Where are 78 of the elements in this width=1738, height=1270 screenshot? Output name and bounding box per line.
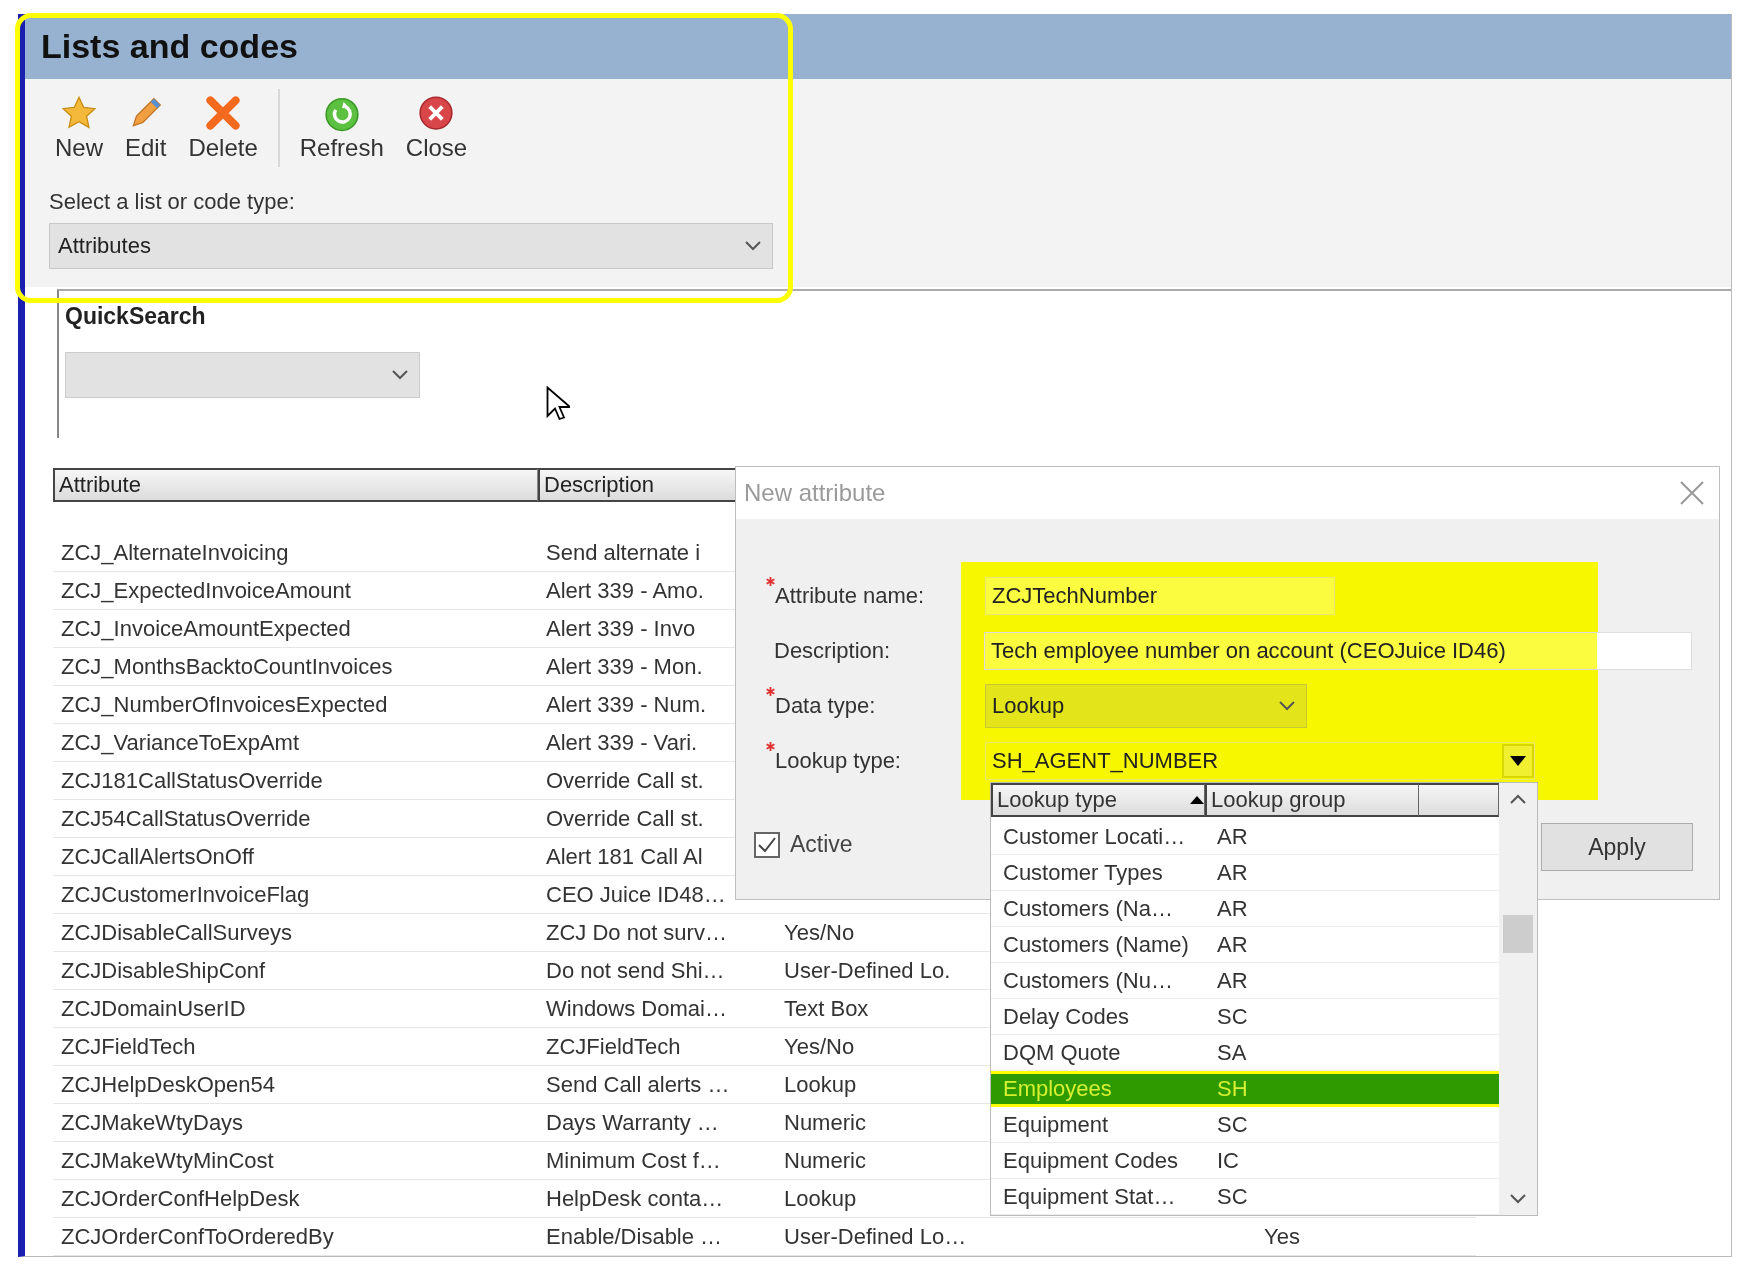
table-cell: ZCJDisableCallSurveys bbox=[53, 914, 538, 952]
table-cell: ZCJ_VarianceToExpAmt bbox=[53, 724, 538, 762]
column-header[interactable] bbox=[1419, 783, 1499, 817]
apply-button[interactable]: Apply bbox=[1541, 823, 1693, 871]
checkbox[interactable] bbox=[754, 831, 780, 858]
column-header[interactable]: Lookup type bbox=[991, 783, 1205, 817]
toolbar-button[interactable]: Delete bbox=[182, 82, 264, 173]
table-cell: Enable/Disable … bbox=[538, 1218, 776, 1256]
table-cell: ZCJOrderConfHelpDesk bbox=[53, 1180, 538, 1218]
toolbar-button[interactable]: Edit bbox=[119, 82, 173, 173]
chevron-down-icon bbox=[391, 368, 409, 381]
quicksearch-dropdown[interactable] bbox=[65, 351, 420, 398]
table-cell: ZCJOrderConfToOrderedBy bbox=[53, 1218, 538, 1256]
list-row[interactable]: Customer Locati… AR bbox=[991, 819, 1499, 855]
table-cell: ZCJCustomerInvoiceFlag bbox=[53, 876, 538, 914]
column-header[interactable]: Lookup group bbox=[1205, 783, 1419, 817]
list-row[interactable]: Delay Codes SC bbox=[991, 999, 1499, 1035]
scrollbar[interactable] bbox=[1499, 783, 1537, 1215]
field-label: Lookup type: bbox=[775, 748, 902, 774]
table-cell: User-Defined Lo… bbox=[776, 1218, 1256, 1256]
delete-x-icon bbox=[204, 93, 243, 132]
list-type-dropdown[interactable]: Attributes bbox=[49, 222, 773, 269]
table-cell: ZCJ_InvoiceAmountExpected bbox=[53, 610, 538, 648]
table-cell: ZCJHelpDeskOpen54 bbox=[53, 1066, 538, 1104]
checkmark-icon bbox=[757, 835, 777, 854]
chevron-down-icon bbox=[744, 239, 762, 252]
table-cell: ZCJDomainUserID bbox=[53, 990, 538, 1028]
chevron-down-icon bbox=[1509, 1193, 1527, 1205]
field-label: Description: bbox=[774, 638, 892, 664]
table-cell: ZCJMakeWtyDays bbox=[53, 1104, 538, 1142]
close-icon[interactable] bbox=[1679, 480, 1705, 506]
input-field[interactable]: Tech employee number on account (CEOJuice ID46) bbox=[984, 632, 1692, 670]
table-cell: ZCJFieldTech bbox=[538, 1028, 776, 1066]
table-cell: ZCJ_NumberOfInvoicesExpected bbox=[53, 686, 538, 724]
table-cell: Minimum Cost f… bbox=[538, 1142, 776, 1180]
input-field[interactable]: ZCJTechNumber bbox=[985, 577, 1335, 615]
list-row[interactable]: Customers (Na… AR bbox=[991, 891, 1499, 927]
table-cell: ZCJFieldTech bbox=[53, 1028, 538, 1066]
sort-up-icon bbox=[1190, 796, 1204, 804]
list-row[interactable]: Customers (Nu… AR bbox=[991, 963, 1499, 999]
table-cell: Yes bbox=[1256, 1218, 1476, 1256]
chevron-down-icon bbox=[1278, 700, 1296, 712]
table-cell: ZCJMakeWtyMinCost bbox=[53, 1142, 538, 1180]
list-type-label: Select a list or code type: bbox=[49, 188, 296, 215]
table-cell: Do not send Shi… bbox=[538, 952, 776, 990]
toolbar-button[interactable]: Refresh bbox=[293, 82, 390, 173]
table-cell: Send Call alerts … bbox=[538, 1066, 776, 1104]
table-cell: ZCJ_AlternateInvoicing bbox=[53, 534, 538, 572]
column-header[interactable]: Attribute bbox=[53, 468, 538, 502]
list-row[interactable]: Equipment SC bbox=[991, 1107, 1499, 1143]
chevron-up-icon bbox=[1509, 793, 1527, 805]
list-row[interactable]: Customers (Name) AR bbox=[991, 927, 1499, 963]
table-cell: ZCJ_ExpectedInvoiceAmount bbox=[53, 572, 538, 610]
list-row[interactable]: Customer Types AR bbox=[991, 855, 1499, 891]
table-cell: ZCJ54CallStatusOverride bbox=[53, 800, 538, 838]
toolbar-button[interactable]: Close bbox=[399, 82, 474, 173]
table-cell: ZCJ Do not surv… bbox=[538, 914, 776, 952]
table-cell: Windows Domai… bbox=[538, 990, 776, 1028]
table-cell: ZCJ_MonthsBacktoCountInvoices bbox=[53, 648, 538, 686]
list-row[interactable]: Equipment Codes IC bbox=[991, 1143, 1499, 1179]
field-label: Data type: bbox=[775, 693, 877, 719]
list-row[interactable]: Equipment Stat… SC bbox=[991, 1179, 1499, 1215]
mouse-cursor-icon bbox=[546, 386, 570, 422]
dropdown-arrow-icon bbox=[1510, 756, 1526, 766]
close-icon bbox=[417, 93, 456, 132]
field-label: Attribute name: bbox=[775, 583, 926, 609]
page-title: Lists and codes bbox=[41, 26, 298, 66]
lookup-type-combo[interactable]: SH_AGENT_NUMBER bbox=[985, 742, 1535, 780]
table-cell: Days Warranty … bbox=[538, 1104, 776, 1142]
data-type-dropdown[interactable]: Lookup bbox=[985, 684, 1307, 728]
table-cell: ZCJ181CallStatusOverride bbox=[53, 762, 538, 800]
table-cell: ZCJDisableShipConf bbox=[53, 952, 538, 990]
table-cell: ZCJCallAlertsOnOff bbox=[53, 838, 538, 876]
table-cell: HelpDesk conta… bbox=[538, 1180, 776, 1218]
quicksearch-label: QuickSearch bbox=[65, 302, 206, 329]
checkbox-label: Active bbox=[790, 831, 853, 858]
scrollbar-thumb[interactable] bbox=[1503, 915, 1533, 953]
toolbar-button[interactable]: New bbox=[49, 82, 109, 173]
